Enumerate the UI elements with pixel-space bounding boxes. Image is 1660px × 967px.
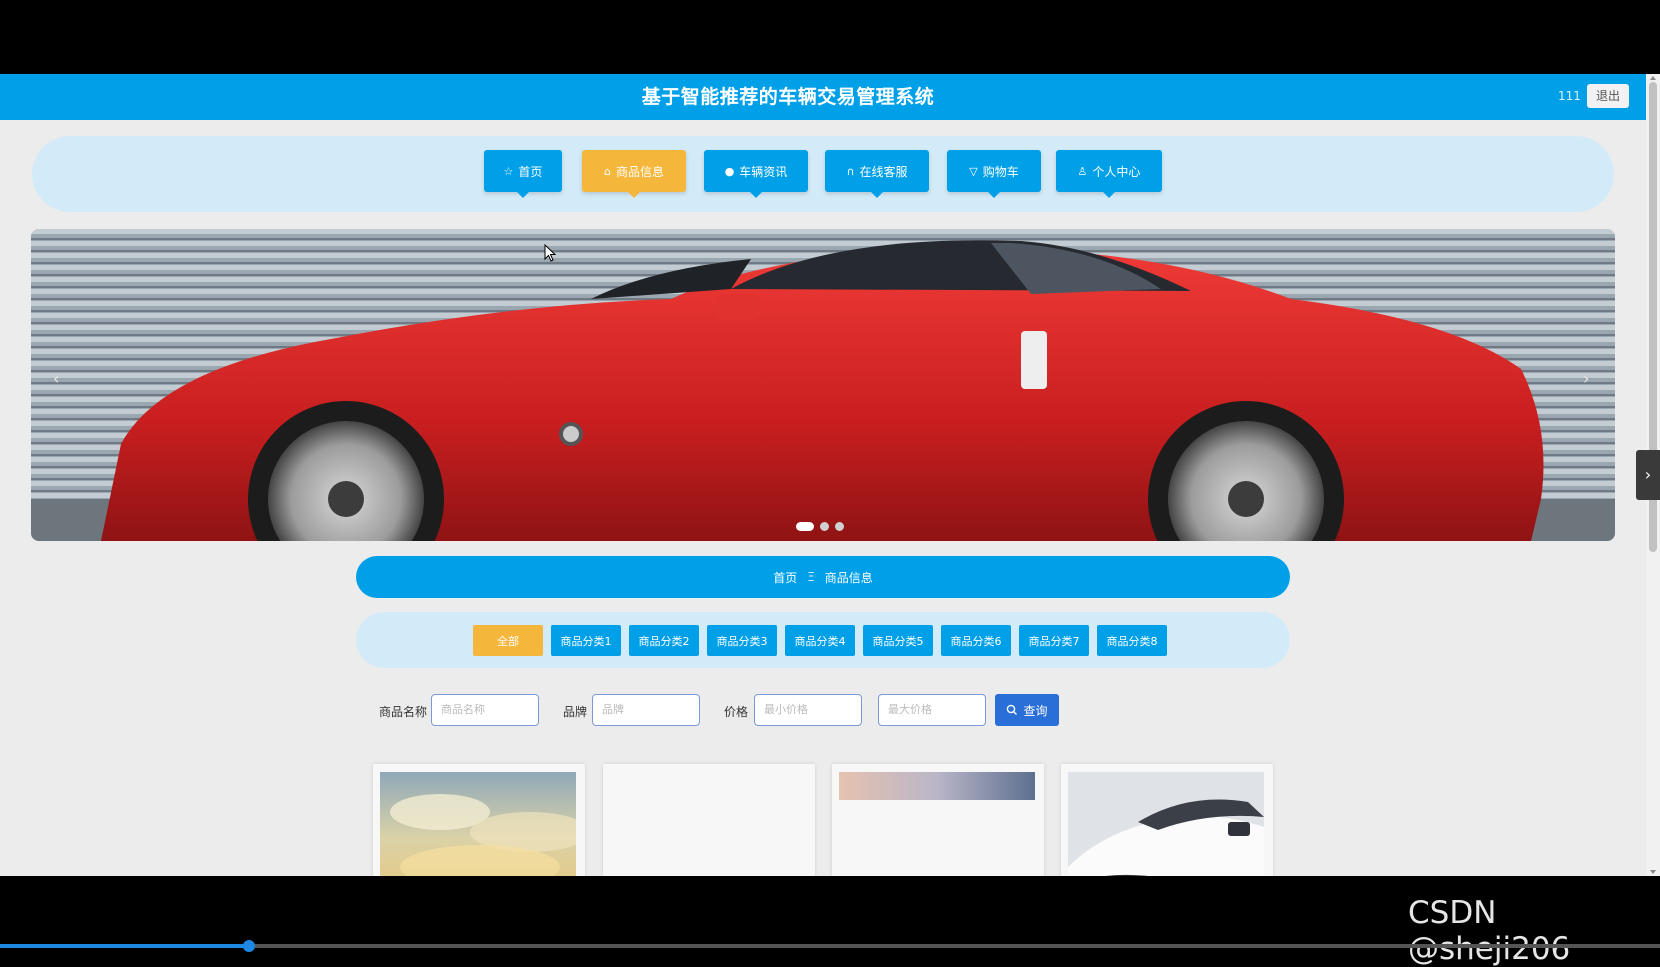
nav-online-service[interactable]: ∩ 在线客服 [825,150,929,198]
video-progress-fill [0,944,249,948]
nav-vehicle-news-label: 车辆资讯 [739,164,788,179]
product-image [1068,772,1264,876]
category-item[interactable]: 商品分类6 [941,625,1011,656]
category-item[interactable]: 商品分类7 [1019,625,1089,656]
search-icon [1007,704,1018,715]
nav-cart[interactable]: ▽ 购物车 [947,150,1041,198]
page-title: 基于智能推荐的车辆交易管理系统 [641,86,935,108]
nav-cart-label: 购物车 [982,164,1019,179]
product-card[interactable] [1061,764,1273,876]
brand-input[interactable]: 品牌 [592,694,700,726]
watermark: CSDN @sheji206 [1408,895,1571,967]
banner-dot[interactable] [820,522,829,531]
product-name-input[interactable]: 商品名称 [431,694,539,726]
nav-online-service-label: 在线客服 [859,164,908,179]
video-progress-bar[interactable] [0,940,1660,952]
nav-user-center-label: 个人中心 [1092,164,1141,179]
cart-icon: ▽ [969,164,978,178]
category-item[interactable]: 商品分类2 [629,625,699,656]
logout-button[interactable]: 退出 [1587,84,1629,108]
banner-pagination [796,522,844,531]
main-nav: ☆ 首页 ⌂ 商品信息 ● 车辆资讯 ∩ 在线客服 ▽ 购物车 ♙ 个人中心 [32,136,1614,212]
banner-car-image [31,229,1615,541]
nav-user-center[interactable]: ♙ 个人中心 [1056,150,1162,198]
category-item[interactable]: 商品分类3 [707,625,777,656]
product-image [380,772,576,876]
product-image [839,772,1035,876]
video-progress-knob[interactable] [243,940,255,952]
nav-products-label: 商品信息 [615,164,664,179]
breadcrumb: 首页 Ξ 商品信息 [356,556,1290,598]
breadcrumb-home[interactable]: 首页 [773,569,797,586]
info-icon: ● [724,164,735,178]
category-item[interactable]: 商品分类8 [1097,625,1167,656]
banner-dot[interactable] [835,522,844,531]
nav-home-label: 首页 [518,164,543,179]
product-card[interactable] [832,764,1044,876]
product-card[interactable] [603,764,815,876]
user-icon: ♙ [1077,164,1088,178]
breadcrumb-current: 商品信息 [824,570,873,585]
product-name-label: 商品名称 [379,705,428,719]
brand-label: 品牌 [563,705,588,719]
app-viewport: 基于智能推荐的车辆交易管理系统 111 退出 ☆ 首页 ⌂ 商品信息 ● 车辆资… [0,74,1646,876]
bag-icon: ⌂ [604,164,611,178]
nav-home[interactable]: ☆ 首页 [484,150,562,198]
star-icon: ☆ [503,164,514,178]
app-header: 基于智能推荐的车辆交易管理系统 111 退出 [0,74,1646,120]
query-button-label: 查询 [1023,703,1048,718]
category-item[interactable]: 商品分类1 [551,625,621,656]
username-label: 111 [1558,89,1581,103]
banner-carousel[interactable]: ‹ › [31,229,1615,541]
scroll-down-icon[interactable] [1650,870,1656,874]
video-letterbox-top [0,0,1660,74]
banner-dot[interactable] [796,522,814,531]
category-filter-bar: 全部 商品分类1 商品分类2 商品分类3 商品分类4 商品分类5 商品分类6 商… [356,612,1290,668]
category-item[interactable]: 商品分类5 [863,625,933,656]
nav-vehicle-news[interactable]: ● 车辆资讯 [704,150,808,198]
min-price-input[interactable]: 最小价格 [754,694,862,726]
banner-next-icon[interactable]: › [1583,369,1589,388]
mouse-cursor-icon [544,243,557,266]
headset-icon: ∩ [846,164,855,178]
category-item[interactable]: 商品分类4 [785,625,855,656]
nav-products[interactable]: ⌂ 商品信息 [582,150,686,198]
product-card[interactable] [373,764,585,876]
category-all[interactable]: 全部 [473,625,543,656]
product-image [610,772,806,876]
query-button[interactable]: 查询 [995,694,1059,726]
scroll-up-icon[interactable] [1650,76,1656,80]
side-panel-toggle[interactable]: › [1636,450,1660,500]
search-bar: 商品名称 商品名称 品牌 品牌 价格 最小价格 最大价格 查询 [0,694,1646,728]
breadcrumb-separator-icon: Ξ [807,570,815,584]
price-label: 价格 [724,705,749,719]
max-price-input[interactable]: 最大价格 [878,694,986,726]
banner-prev-icon[interactable]: ‹ [53,369,59,388]
